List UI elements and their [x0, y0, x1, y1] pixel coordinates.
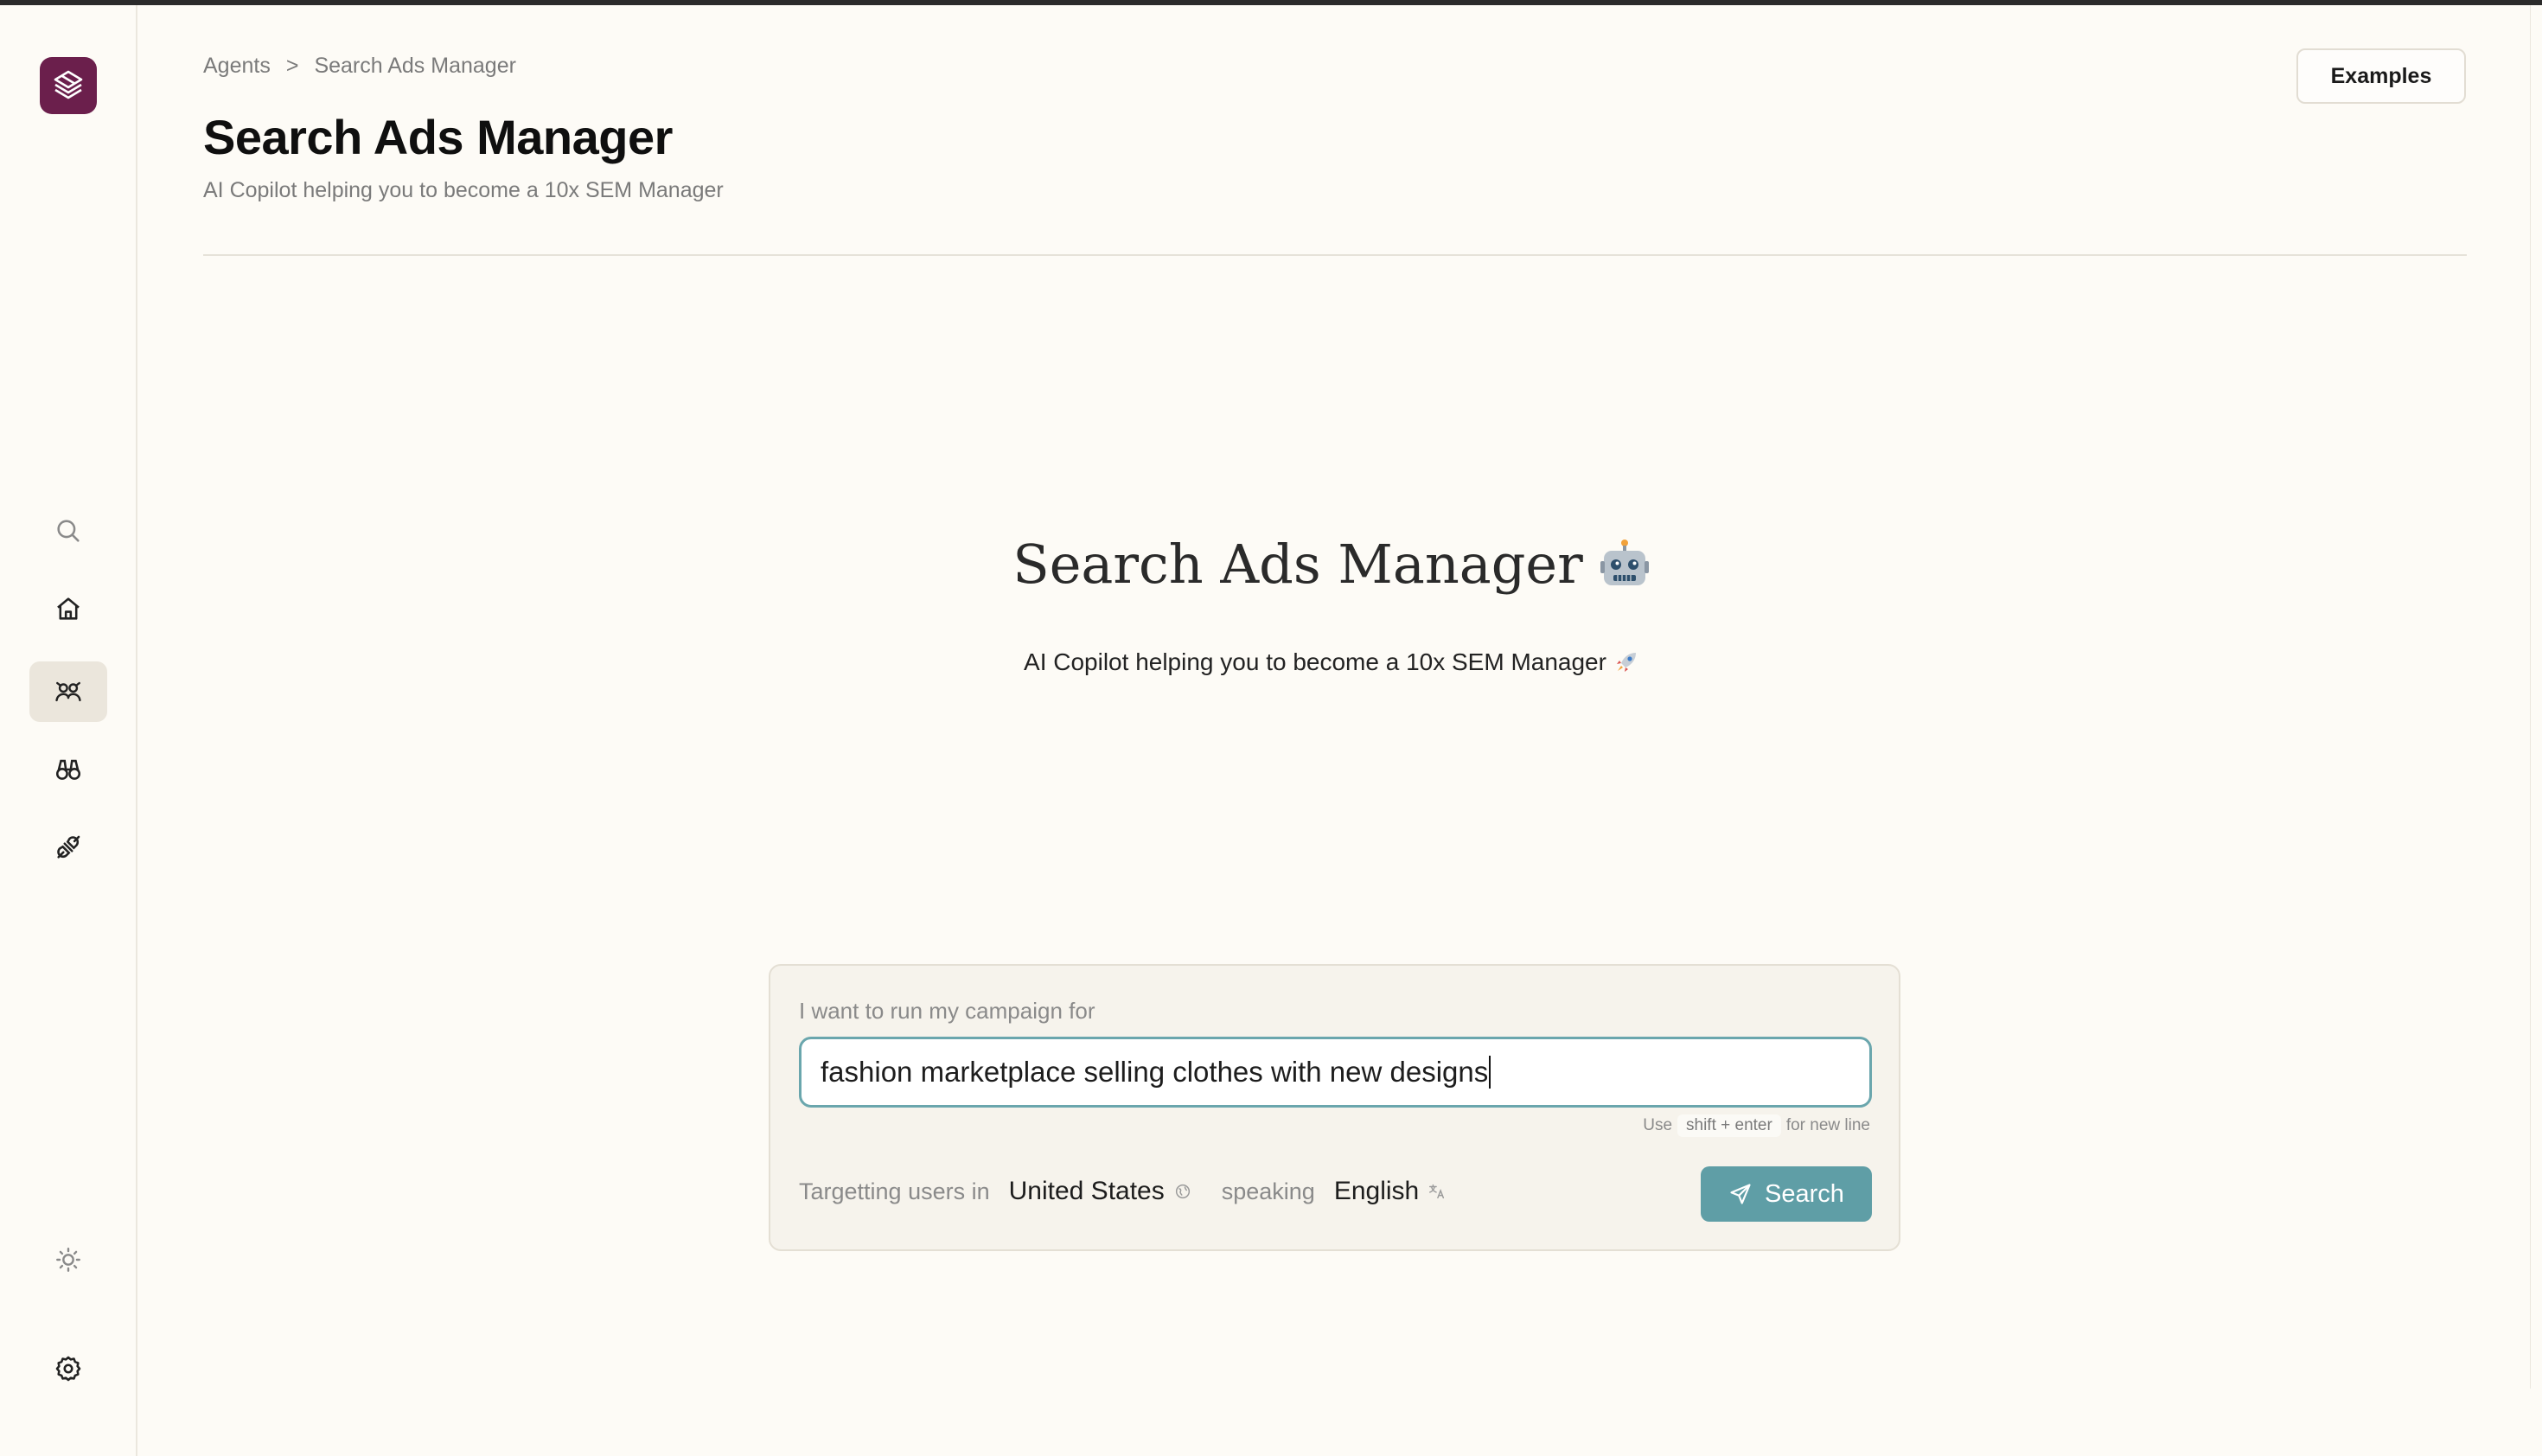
sidebar [0, 5, 137, 1456]
text-caret [1489, 1056, 1491, 1089]
campaign-form-card: I want to run my campaign for fashion ma… [769, 964, 1900, 1251]
hint-keys: shift + enter [1677, 1114, 1781, 1137]
country-select[interactable]: United States [1009, 1177, 1165, 1206]
sidebar-item-integrations[interactable] [29, 817, 107, 878]
gear-icon [55, 1356, 81, 1382]
translate-icon [1429, 1184, 1445, 1199]
campaign-label: I want to run my campaign for [799, 998, 1095, 1024]
campaign-input[interactable]: fashion marketplace selling clothes with… [799, 1037, 1872, 1108]
targeting-row: Targetting users in United States speaki… [799, 1170, 1447, 1213]
agents-icon [55, 681, 81, 702]
campaign-input-value: fashion marketplace selling clothes with… [821, 1056, 1489, 1088]
page-subtitle: AI Copilot helping you to become a 10x S… [203, 178, 724, 202]
breadcrumb-agents[interactable]: Agents [203, 54, 271, 79]
header-divider [203, 254, 2467, 256]
page-title: Search Ads Manager [203, 110, 673, 164]
breadcrumb-separator: > [285, 53, 299, 78]
hero-subtitle-text: AI Copilot helping you to become a 10x S… [1024, 648, 1606, 675]
breadcrumb: Agents > Search Ads Manager [203, 52, 516, 80]
search-icon [57, 520, 80, 542]
vertical-scrollbar[interactable] [2530, 5, 2542, 1389]
rocket-emoji-icon [1616, 653, 1636, 672]
binoculars-icon [55, 759, 81, 780]
home-icon [57, 597, 80, 620]
hero-title: Search Ads Manager [865, 533, 1798, 596]
robot-emoji-icon [1600, 539, 1649, 585]
hero-title-text: Search Ads Manager [1012, 533, 1583, 596]
app-logo[interactable] [40, 57, 97, 114]
sidebar-item-home[interactable] [29, 578, 107, 639]
hero-subtitle: AI Copilot helping you to become a 10x S… [865, 648, 1798, 676]
breadcrumb-current: Search Ads Manager [314, 53, 516, 78]
logo-icon [54, 70, 83, 99]
sidebar-item-agents[interactable] [29, 661, 107, 722]
sidebar-item-settings[interactable] [29, 1338, 107, 1399]
sidebar-theme-toggle[interactable] [29, 1229, 107, 1290]
send-icon [1730, 1184, 1751, 1204]
search-button-label: Search [1765, 1179, 1844, 1208]
sun-icon [56, 1248, 80, 1272]
globe-icon [1175, 1184, 1190, 1199]
sidebar-item-search[interactable] [29, 501, 107, 561]
sidebar-item-explore[interactable] [29, 739, 107, 800]
newline-hint: Use shift + enter for new line [1643, 1114, 1870, 1137]
plug-icon [57, 835, 80, 859]
hint-suffix: for new line [1785, 1116, 1870, 1134]
targeting-label: Targetting users in [799, 1178, 990, 1204]
examples-button[interactable]: Examples [2296, 48, 2466, 104]
speaking-label: speaking [1221, 1178, 1315, 1204]
language-select[interactable]: English [1334, 1177, 1419, 1206]
search-button[interactable]: Search [1701, 1166, 1872, 1222]
hint-use: Use [1643, 1116, 1673, 1134]
window-top-bar [0, 0, 2542, 5]
